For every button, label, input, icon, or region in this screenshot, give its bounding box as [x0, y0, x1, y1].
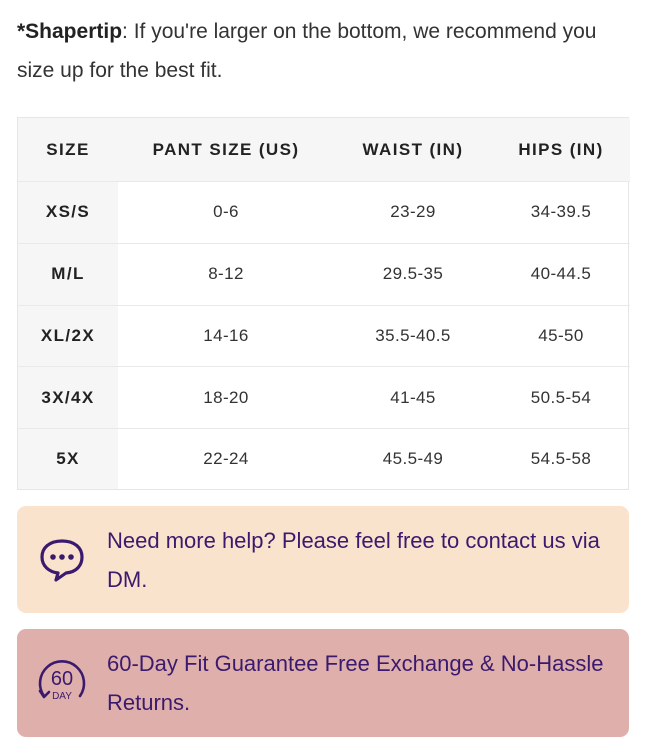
hips-cell: 40-44.5 [492, 243, 630, 306]
hips-cell: 34-39.5 [492, 181, 630, 244]
table-header-row: SIZE PANT SIZE (US) WAIST (IN) HIPS (IN) [18, 118, 630, 182]
size-chart-table: SIZE PANT SIZE (US) WAIST (IN) HIPS (IN)… [17, 117, 630, 490]
table-row: M/L 8-12 29.5-35 40-44.5 [18, 243, 630, 306]
table-row: 3X/4X 18-20 41-45 50.5-54 [18, 366, 630, 430]
hips-cell: 45-50 [492, 305, 630, 368]
size-cell: 5X [18, 428, 118, 489]
guarantee-callout: 60 DAY 60-Day Fit Guarantee Free Exchang… [17, 629, 629, 737]
waist-cell: 45.5-49 [382, 449, 444, 469]
header-pant-size: PANT SIZE (US) [118, 118, 334, 182]
pant-size-cell: 22-24 [203, 449, 249, 469]
size-cell: XS/S [18, 181, 118, 244]
size-cell: XL/2X [18, 305, 118, 368]
pant-size-cell: 0-6 [118, 181, 334, 244]
sixty-day-icon: 60 DAY [17, 658, 107, 708]
waist-cell: 29.5-35 [334, 243, 492, 306]
help-message: Need more help? Please feel free to cont… [107, 527, 600, 592]
shapertip-label: *Shapertip [17, 20, 123, 43]
waist-cell: 35.5-40.5 [334, 305, 492, 368]
pant-size-cell: 18-20 [118, 366, 334, 430]
sixty-day-icon-unit: DAY [52, 691, 72, 702]
header-hips: HIPS (IN) [492, 118, 630, 182]
header-size: SIZE [18, 118, 118, 182]
hips-cell: 50.5-54 [492, 366, 630, 430]
size-cell: 3X/4X [18, 366, 118, 430]
waist-cell: 41-45 [334, 366, 492, 430]
pant-size-cell: 14-16 [118, 305, 334, 368]
table-row: XS/S 0-6 23-29 34-39.5 [18, 181, 630, 244]
header-waist: WAIST (IN) [334, 118, 492, 182]
chat-bubble-icon [17, 537, 107, 583]
shapertip-text: *Shapertip: If you're larger on the bott… [17, 12, 617, 90]
hips-cell: 54.5-58 [530, 449, 592, 469]
table-row: XL/2X 14-16 35.5-40.5 45-50 [18, 305, 630, 368]
waist-cell: 23-29 [334, 181, 492, 244]
help-callout: Need more help? Please feel free to cont… [17, 506, 629, 613]
size-cell: M/L [18, 243, 118, 306]
pant-size-cell: 8-12 [118, 243, 334, 306]
table-row: 5X 22-24 45.5-49 54.5-58 [18, 428, 630, 489]
sixty-day-icon-number: 60 [51, 668, 73, 690]
guarantee-message: 60-Day Fit Guarantee Free Exchange & No-… [107, 651, 604, 715]
